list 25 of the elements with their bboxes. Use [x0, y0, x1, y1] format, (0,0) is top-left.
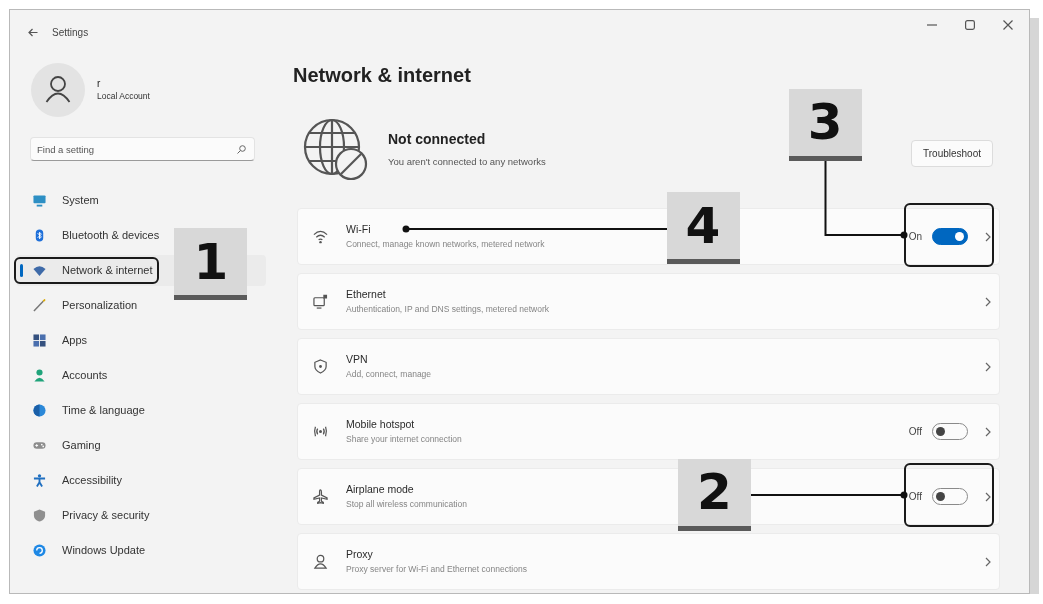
setting-title: Airplane mode	[346, 482, 414, 497]
setting-title: Ethernet	[346, 287, 386, 302]
callout-number: 3	[788, 88, 862, 161]
setting-description: Stop all wireless communication	[346, 499, 467, 511]
setting-description: Add, connect, manage	[346, 369, 432, 381]
toggle-label: On	[908, 230, 922, 244]
window-title: Settings	[52, 25, 89, 40]
setting-description: Share your internet connection	[346, 434, 462, 446]
setting-description: Proxy server for Wi-Fi and Ethernet connections	[346, 564, 527, 576]
callout-number: 2	[677, 458, 751, 531]
toggle-label: Off	[908, 425, 922, 439]
page-title: Network & internet	[293, 63, 471, 88]
setting-description: Connect, manage known networks, metered network	[346, 239, 545, 251]
status-title: Not connected	[388, 129, 486, 149]
status-text: You aren't connected to any networks	[388, 154, 546, 169]
setting-title: VPN	[346, 352, 368, 367]
setting-description: Authentication, IP and DNS settings, metered network	[346, 304, 549, 316]
setting-title: Proxy	[346, 547, 373, 562]
account-name: r	[97, 78, 101, 91]
toggle-label: Off	[908, 490, 922, 504]
account-type: Local Account	[97, 90, 150, 102]
callout-number: 1	[174, 228, 248, 300]
callout-number: 4	[666, 192, 740, 265]
setting-title: Mobile hotspot	[346, 417, 415, 432]
setting-title: Wi-Fi	[346, 222, 371, 237]
